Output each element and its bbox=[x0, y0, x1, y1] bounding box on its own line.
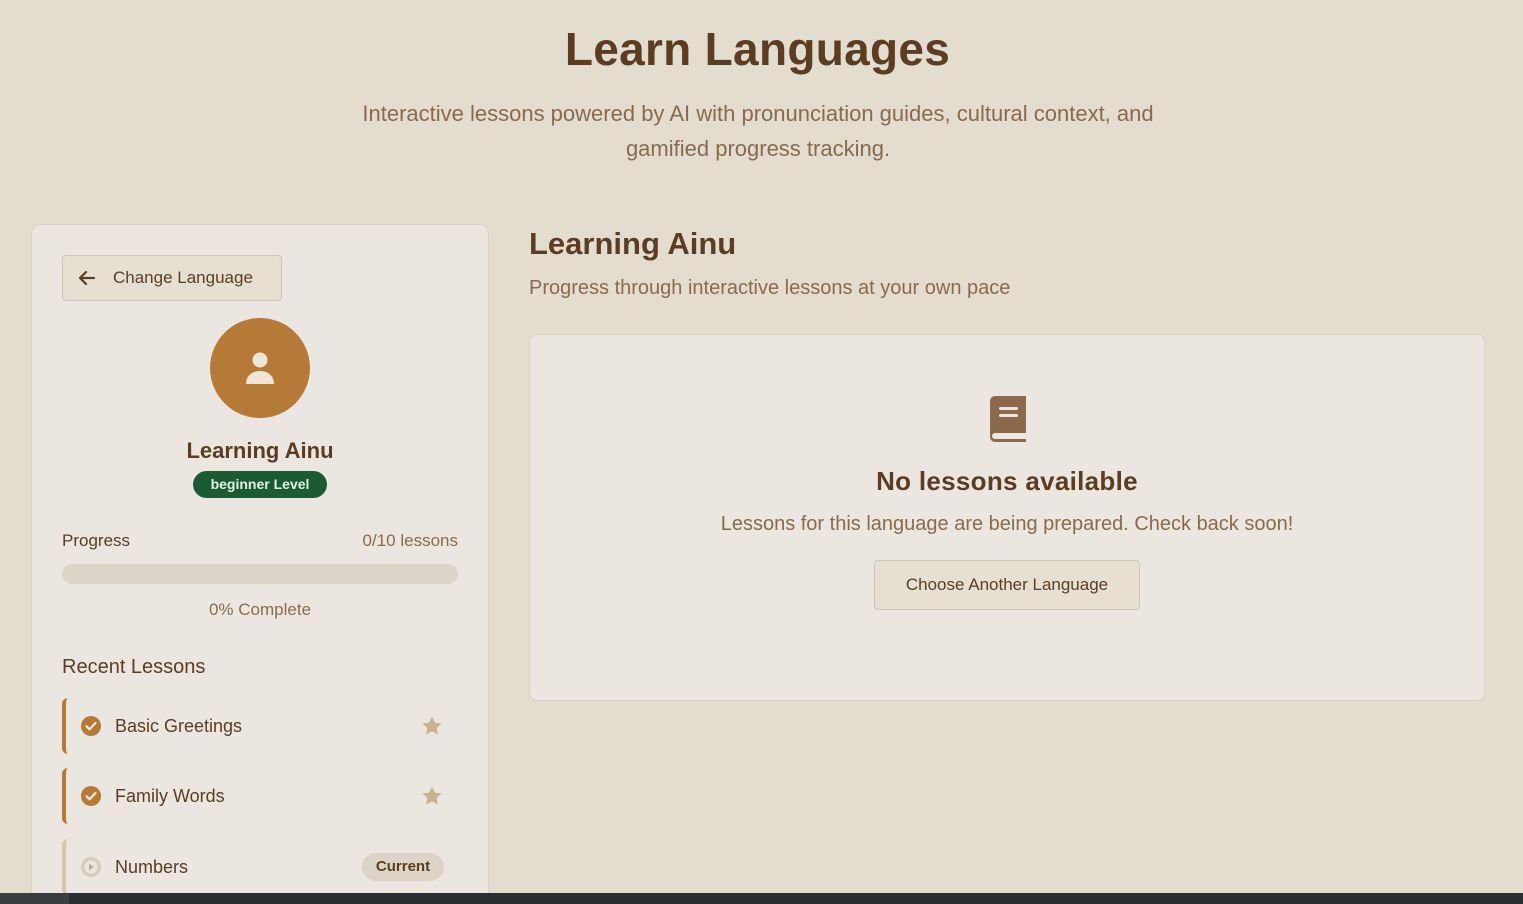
main-subtitle: Progress through interactive lessons at … bbox=[529, 277, 1011, 299]
play-circle-icon bbox=[81, 857, 101, 877]
change-language-label: Change Language bbox=[113, 268, 253, 287]
lesson-name: Family Words bbox=[115, 785, 225, 806]
user-icon bbox=[246, 352, 274, 384]
change-language-button[interactable]: Change Language bbox=[62, 255, 282, 301]
page-subtitle: Interactive lessons powered by AI with p… bbox=[362, 101, 1154, 161]
star-icon bbox=[422, 716, 442, 735]
bottom-bar bbox=[0, 893, 1523, 904]
main-title: Learning Ainu bbox=[529, 226, 737, 261]
book-icon bbox=[990, 396, 1026, 442]
progress-label: Progress bbox=[62, 531, 131, 550]
recent-lessons-heading: Recent Lessons bbox=[62, 656, 206, 678]
progress-bar bbox=[62, 564, 458, 584]
progress-percent: 0% Complete bbox=[208, 600, 312, 619]
star-icon bbox=[422, 786, 442, 805]
sidebar-panel: Change Language Learning Ainu beginner L… bbox=[31, 224, 489, 904]
bottom-bar-segment bbox=[0, 893, 69, 904]
lesson-name: Basic Greetings bbox=[115, 715, 243, 736]
check-circle-icon bbox=[81, 786, 101, 806]
empty-state-heading: No lessons available bbox=[876, 466, 1138, 496]
empty-state-message: Lessons for this language are being prep… bbox=[720, 513, 1294, 535]
check-circle-icon bbox=[81, 716, 101, 736]
page-title: Learn Languages bbox=[564, 23, 951, 75]
avatar bbox=[210, 318, 310, 418]
lesson-item-numbers[interactable]: Numbers Current bbox=[62, 839, 444, 895]
current-badge: Current bbox=[362, 853, 444, 881]
lesson-item-basic-greetings[interactable]: Basic Greetings bbox=[62, 698, 444, 754]
lesson-item-family-words[interactable]: Family Words bbox=[62, 768, 444, 824]
empty-state-card: No lessons available Lessons for this la… bbox=[529, 334, 1485, 701]
choose-another-language-button[interactable]: Choose Another Language bbox=[874, 560, 1140, 610]
progress-count: 0/10 lessons bbox=[362, 531, 458, 550]
lesson-name: Numbers bbox=[115, 856, 189, 877]
level-badge: beginner Level bbox=[193, 471, 327, 498]
arrow-left-icon bbox=[77, 268, 97, 288]
sidebar-language-title: Learning Ainu bbox=[186, 438, 334, 463]
page: Learn Languages Interactive lessons powe… bbox=[0, 0, 1523, 904]
